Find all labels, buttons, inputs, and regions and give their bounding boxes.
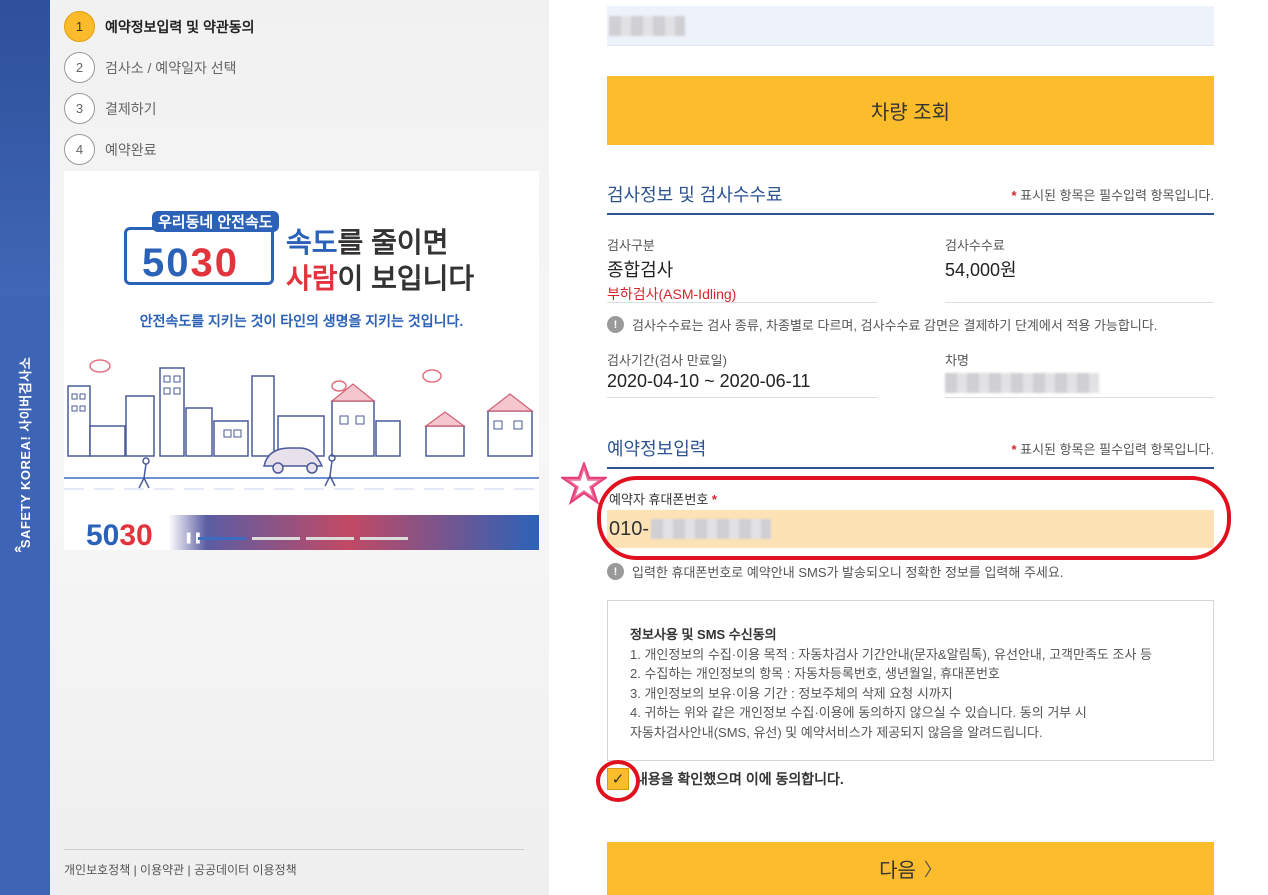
next-label: 다음 [879, 860, 916, 882]
car-name-field: 차명 [945, 350, 1099, 398]
step-1: 1 예약정보입력 및 약관동의 [64, 6, 254, 47]
consent-line: 1. 개인정보의 수집·이용 목적 : 자동차검사 기간안내(문자&알림톡), … [630, 646, 1152, 662]
star-annotation-icon [561, 462, 607, 506]
agree-label[interactable]: 내용을 확인했으며 이에 동의합니다. [635, 769, 844, 789]
required-star: * [1011, 187, 1017, 203]
logo-top-text: 우리동네 안전속도 [152, 211, 279, 232]
step-2: 2 검사소 / 예약일자 선택 [64, 47, 254, 88]
logo-number-b: 30 [190, 241, 239, 285]
logo-number-a: 50 [142, 241, 191, 285]
slide-dot[interactable] [252, 537, 300, 540]
field-value: 2020-04-10 ~ 2020-06-11 [607, 371, 811, 391]
section-header-reservation: 예약정보입력 * 표시된 항목은 필수입력 항목입니다. [607, 429, 1214, 469]
next-button[interactable]: 다음 〉 [607, 842, 1214, 895]
field-subvalue: 부하검사(ASM-Idling) [607, 286, 737, 302]
reservation-form: 차량 조회 검사정보 및 검사수수료 * 표시된 항목은 필수입력 항목입니다.… [549, 0, 1268, 895]
slogan-line-2: 사람이 보입니다 [286, 257, 474, 297]
city-illustration [64, 359, 539, 490]
field-underline [607, 397, 877, 398]
logo-number: 5030 [142, 241, 239, 286]
promo-banner[interactable]: 우리동네 안전속도 5030 속도를 줄이면 사람이 보입니다 안전속도를 지키… [64, 171, 539, 550]
inspection-type-field: 검사구분 종합검사 부하검사(ASM-Idling) [607, 235, 736, 304]
required-note: * 표시된 항목은 필수입력 항목입니다. [1011, 439, 1214, 458]
consent-title: 정보사용 및 SMS 수신동의 [630, 627, 777, 642]
agree-row[interactable]: ✓ 내용을 확인했으며 이에 동의합니다. [607, 768, 844, 790]
info-icon: ! [607, 563, 624, 580]
side-tab-bar[interactable]: SAFETY KOREA! 사이버검사소 « [0, 0, 50, 895]
banner-bottom-number: 5030 [86, 519, 153, 550]
field-underline [607, 302, 877, 303]
info-text: 검사수수료는 검사 종류, 차종별로 다르며, 검사수수료 감면은 결제하기 단… [632, 318, 1158, 333]
section-title: 예약정보입력 [607, 439, 707, 459]
slogan-1a: 속도 [286, 227, 338, 258]
info-icon: ! [607, 316, 624, 333]
car-name-value [945, 373, 1099, 398]
footer-links[interactable]: 개인보호정책 | 이용약관 | 공공데이터 이용정책 [64, 861, 297, 878]
expand-arrow-icon[interactable]: « [14, 540, 22, 556]
consent-line: 자동차검사안내(SMS, 유선) 및 예약서비스가 제공되지 않음을 알려드립니… [630, 724, 1043, 740]
step-label: 예약정보입력 및 약관동의 [105, 18, 255, 35]
slogan-line-3: 안전속도를 지키는 것이 타인의 생명을 지키는 것입니다. [139, 313, 464, 329]
blurred-value [609, 16, 685, 36]
step-3: 3 결제하기 [64, 88, 254, 129]
required-star: * [1011, 441, 1017, 457]
left-panel: 1 예약정보입력 및 약관동의 2 검사소 / 예약일자 선택 3 결제하기 4… [50, 0, 549, 895]
slogan-1b: 를 줄이면 [337, 227, 449, 258]
step-list: 1 예약정보입력 및 약관동의 2 검사소 / 예약일자 선택 3 결제하기 4… [64, 6, 254, 170]
bb-num-b: 30 [119, 519, 153, 550]
field-underline [945, 397, 1214, 398]
highlight-circle-phone [597, 476, 1231, 560]
slogan-2a: 사람 [286, 263, 338, 294]
slide-dot[interactable] [360, 537, 408, 540]
field-value: 54,000원 [945, 260, 1017, 280]
field-underline [945, 302, 1214, 303]
step-number: 1 [64, 11, 95, 42]
field-label: 검사수수료 [945, 238, 1005, 253]
consent-line: 4. 귀하는 위와 같은 개인정보 수집·이용에 동의하지 않으실 수 있습니다… [630, 705, 1087, 720]
field-value: 종합검사 [607, 260, 674, 280]
step-number: 3 [64, 93, 95, 124]
highlight-circle-checkbox [596, 760, 640, 802]
consent-text-box[interactable]: 정보사용 및 SMS 수신동의 1. 개인정보의 수집·이용 목적 : 자동차검… [607, 600, 1214, 761]
bb-num-a: 50 [86, 519, 120, 550]
consent-line: 2. 수집하는 개인정보의 항목 : 자동차등록번호, 생년월일, 휴대폰번호 [630, 666, 1000, 681]
field-label: 검사기간(검사 만료일) [607, 353, 727, 368]
footer-divider [64, 849, 524, 850]
slogan-2b: 이 보입니다 [337, 263, 475, 294]
step-4: 4 예약완료 [64, 129, 254, 170]
step-label: 예약완료 [105, 141, 157, 158]
consent-line: 3. 개인정보의 보유·이용 기간 : 정보주체의 삭제 요청 시까지 [630, 685, 953, 701]
slide-dot[interactable] [306, 537, 354, 540]
step-number: 2 [64, 52, 95, 83]
side-tab-top [0, 0, 50, 296]
slogan-line-1: 속도를 줄이면 [286, 221, 448, 261]
slide-indicators [198, 537, 408, 540]
chevron-right-icon: 〉 [923, 859, 942, 880]
blurred-value [945, 373, 1099, 393]
step-number: 4 [64, 134, 95, 165]
section-title: 검사정보 및 검사수수료 [607, 185, 783, 205]
required-note: * 표시된 항목은 필수입력 항목입니다. [1011, 185, 1214, 204]
required-note-text: 표시된 항목은 필수입력 항목입니다. [1020, 441, 1214, 457]
vehicle-lookup-button[interactable]: 차량 조회 [607, 76, 1214, 145]
step-label: 검사소 / 예약일자 선택 [105, 59, 237, 76]
step-label: 결제하기 [105, 100, 157, 117]
section-header-inspection: 검사정보 및 검사수수료 * 표시된 항목은 필수입력 항목입니다. [607, 175, 1214, 215]
fee-field: 검사수수료 54,000원 [945, 235, 1017, 282]
side-tab-label-wrap: SAFETY KOREA! 사이버검사소 [8, 332, 42, 572]
slide-dot[interactable] [198, 537, 246, 540]
info-text: 입력한 휴대폰번호로 예약안내 SMS가 발송되오니 정확한 정보를 입력해 주… [632, 565, 1064, 580]
phone-info: ! 입력한 휴대폰번호로 예약안내 SMS가 발송되오니 정확한 정보를 입력해… [607, 562, 1063, 581]
required-note-text: 표시된 항목은 필수입력 항목입니다. [1020, 187, 1214, 203]
side-tab-label: SAFETY KOREA! 사이버검사소 [18, 356, 34, 548]
field-label: 검사구분 [607, 238, 655, 253]
field-label: 차명 [945, 353, 969, 368]
period-field: 검사기간(검사 만료일) 2020-04-10 ~ 2020-06-11 [607, 350, 810, 392]
vehicle-number-field[interactable] [607, 6, 1214, 46]
fee-info: ! 검사수수료는 검사 종류, 차종별로 다르며, 검사수수료 감면은 결제하기… [607, 315, 1157, 334]
